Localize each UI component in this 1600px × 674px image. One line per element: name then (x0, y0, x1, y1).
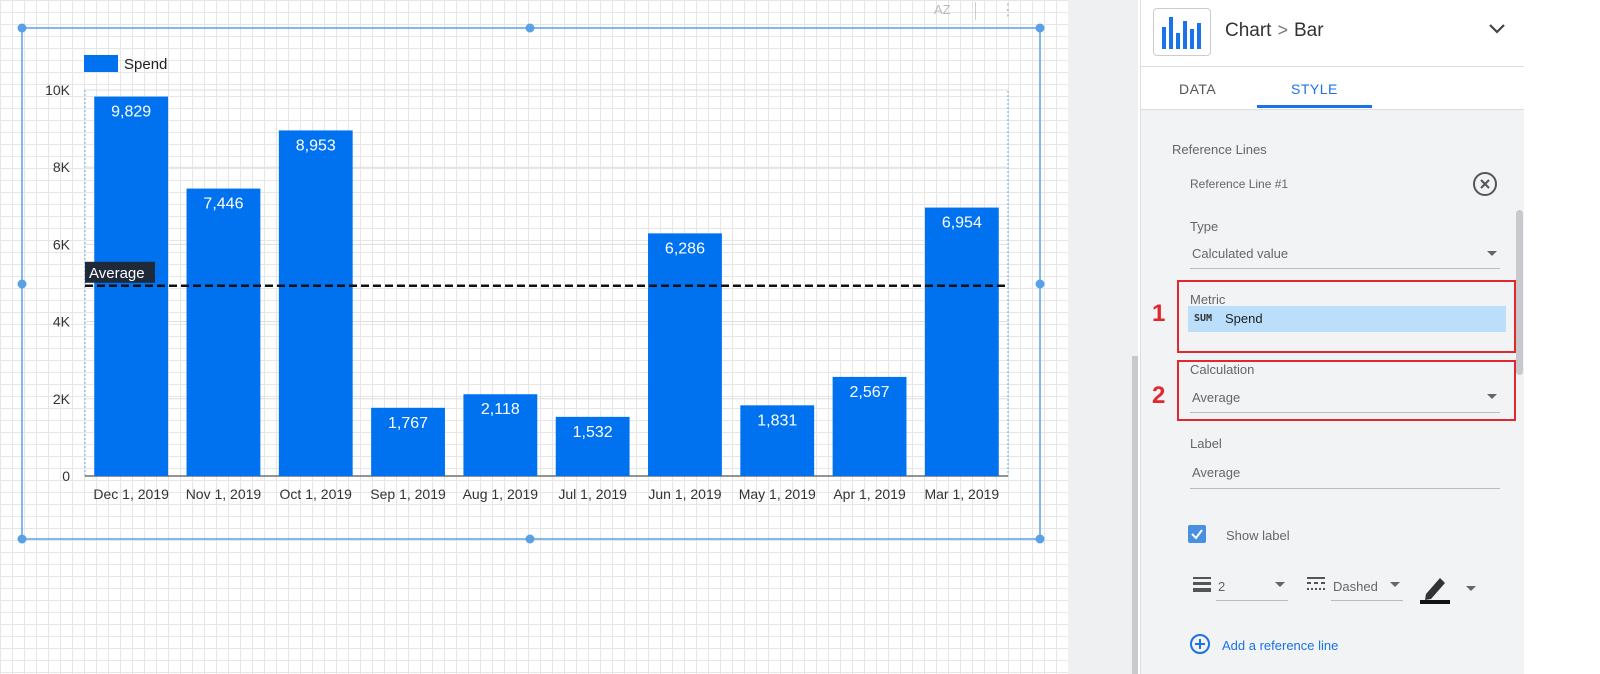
report-canvas[interactable]: AZ ⋮ 0 2K 4K 6K 8K 10K 9,829 Dec 1, 2019 7,446 No… (0, 0, 1068, 674)
data-label: 1,532 (573, 424, 613, 441)
y-tick-label: 0 (62, 468, 70, 484)
x-tick-label: Oct 1, 2019 (280, 486, 353, 502)
crumb-chart: Chart (1225, 20, 1272, 41)
data-label: 7,446 (203, 196, 243, 213)
line-style-icon (1307, 577, 1325, 590)
show-label-text: Show label (1226, 528, 1290, 543)
data-label: 2,567 (850, 384, 890, 401)
data-label: 8,953 (296, 137, 336, 154)
section-title: Reference Lines (1172, 142, 1267, 157)
calculation-label: Calculation (1190, 362, 1255, 377)
resize-handle (525, 23, 535, 33)
y-tick-label: 2K (53, 391, 71, 407)
bar (648, 233, 722, 476)
resize-handle (1035, 23, 1045, 33)
aggregation-badge: SUM (1194, 313, 1213, 324)
x-tick-label: Apr 1, 2019 (833, 486, 906, 502)
line-style-value: Dashed (1333, 579, 1378, 594)
active-tab-indicator (1257, 105, 1372, 108)
resize-handle (17, 279, 27, 289)
panel-scrollbar[interactable] (1516, 210, 1523, 375)
bar-chart[interactable]: 0 2K 4K 6K 8K 10K 9,829 Dec 1, 2019 7,446 Nov 1, … (0, 0, 1068, 674)
y-tick-label: 10K (45, 82, 71, 98)
caret-down-icon (1275, 582, 1285, 587)
x-tick-label: Mar 1, 2019 (924, 486, 999, 502)
panel-header: Chart > Bar (1141, 0, 1525, 67)
resize-handle (17, 534, 27, 544)
x-tick-label: Jun 1, 2019 (648, 486, 721, 502)
y-tick-label: 8K (53, 159, 71, 175)
line-weight-icon (1193, 577, 1211, 592)
line-style-underline (1331, 600, 1403, 601)
close-circle-icon[interactable] (1472, 171, 1498, 197)
chart-breadcrumb: Chart > Bar (1225, 20, 1324, 42)
metric-name: Spend (1225, 311, 1263, 326)
x-tick-label: Sep 1, 2019 (370, 486, 446, 502)
resize-handle (1035, 534, 1045, 544)
bar (94, 96, 169, 477)
annotation-number-1: 1 (1152, 300, 1166, 327)
chevron-right-icon: > (1277, 20, 1288, 40)
calculation-underline (1190, 412, 1500, 413)
x-tick-label: Dec 1, 2019 (93, 486, 169, 502)
tab-style[interactable]: STYLE (1291, 81, 1338, 97)
resize-handle (1035, 279, 1045, 289)
annotation-number-2: 2 (1152, 382, 1166, 409)
resize-handle (525, 534, 535, 544)
y-tick-label: 4K (53, 314, 71, 330)
bar (924, 207, 999, 476)
x-tick-label: Nov 1, 2019 (186, 486, 262, 502)
x-tick-label: Jul 1, 2019 (558, 486, 627, 502)
caret-down-icon (1487, 394, 1497, 399)
caret-down-icon (1390, 582, 1400, 587)
bar (186, 188, 261, 476)
data-label: 6,286 (665, 240, 705, 257)
bar-chart-icon[interactable] (1153, 8, 1211, 56)
pen-color-icon[interactable] (1420, 574, 1452, 604)
resize-handle (17, 23, 27, 33)
check-icon (1191, 529, 1203, 540)
crumb-bar: Bar (1293, 20, 1324, 41)
canvas-scrollbar[interactable] (1132, 356, 1138, 674)
data-label: 1,831 (757, 412, 797, 429)
data-label: 6,954 (942, 215, 982, 232)
data-label: 1,767 (388, 415, 428, 432)
add-reference-line-link[interactable]: Add a reference line (1222, 638, 1338, 653)
type-underline (1190, 268, 1500, 269)
x-tick-label: Aug 1, 2019 (463, 486, 539, 502)
bar (278, 130, 353, 477)
canvas-scroll-gutter (1068, 0, 1138, 674)
legend-label: Spend (124, 56, 167, 73)
chevron-down-icon[interactable] (1487, 22, 1507, 36)
type-label: Type (1190, 219, 1219, 234)
label-field-label: Label (1190, 436, 1222, 451)
legend-swatch (84, 55, 118, 72)
x-tick-label: May 1, 2019 (739, 486, 816, 502)
y-tick-label: 6K (53, 236, 71, 252)
line-weight-underline (1216, 600, 1288, 601)
reference-line-title: Reference Line #1 (1190, 177, 1289, 191)
panel-tabs: DATA STYLE (1141, 67, 1525, 110)
add-circle-icon[interactable] (1190, 634, 1210, 654)
show-label-checkbox[interactable] (1188, 525, 1206, 543)
metric-chip[interactable]: SUM Spend (1188, 306, 1506, 332)
page-margin (1524, 0, 1600, 674)
tab-data[interactable]: DATA (1179, 81, 1216, 97)
metric-label: Metric (1190, 292, 1226, 307)
data-label: 9,829 (111, 104, 151, 121)
color-caret-down-icon[interactable] (1466, 586, 1476, 591)
label-field-value: Average (1192, 465, 1241, 480)
type-value: Calculated value (1192, 246, 1289, 261)
calculation-value: Average (1192, 390, 1241, 405)
reference-line-label: Average (89, 265, 145, 282)
caret-down-icon (1487, 251, 1497, 256)
data-label: 2,118 (481, 401, 520, 418)
label-underline (1190, 488, 1500, 489)
line-weight-value: 2 (1218, 579, 1226, 594)
